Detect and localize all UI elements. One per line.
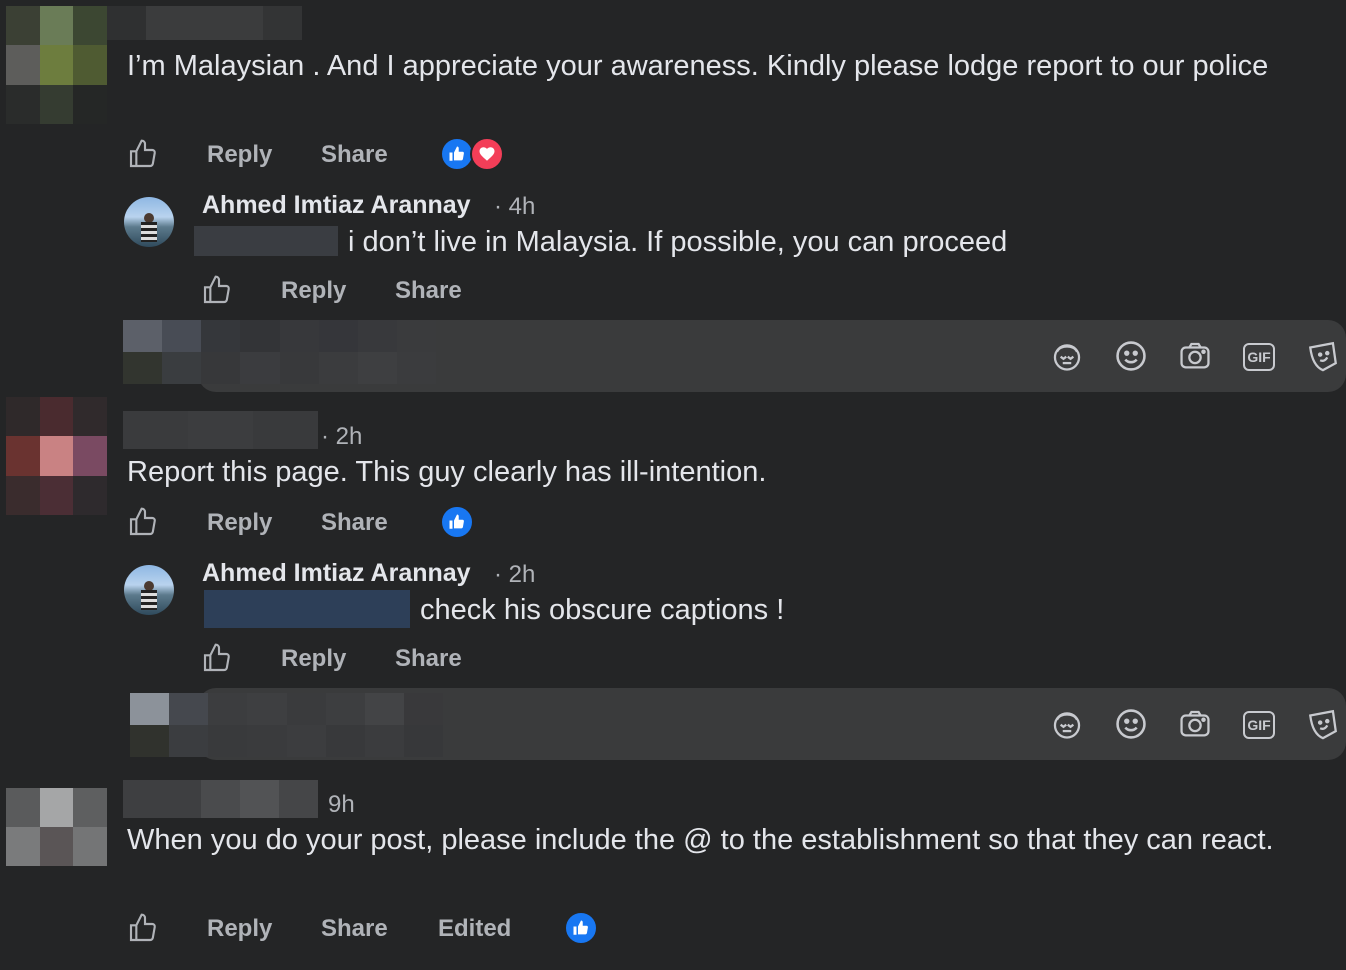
- author-name-redacted[interactable]: [123, 411, 318, 449]
- timestamp[interactable]: · 2h: [494, 561, 535, 589]
- emoji-icon[interactable]: [1114, 339, 1148, 373]
- like-icon[interactable]: [127, 912, 159, 944]
- mention-redacted[interactable]: [204, 590, 410, 628]
- share-button[interactable]: Share: [395, 277, 462, 305]
- timestamp[interactable]: · 2h: [321, 423, 362, 451]
- timestamp[interactable]: 9h: [328, 791, 355, 819]
- comment-text: When you do your post, please include th…: [127, 824, 1274, 856]
- camera-icon[interactable]: [1178, 707, 1212, 741]
- composer-avatar: [123, 320, 436, 384]
- reply-button[interactable]: Reply: [207, 915, 272, 943]
- like-icon[interactable]: [127, 138, 159, 170]
- comment-text: i don’t live in Malaysia. If possible, y…: [348, 226, 1008, 258]
- gif-icon[interactable]: GIF: [1242, 339, 1276, 373]
- avatar[interactable]: [6, 397, 107, 515]
- edited-label[interactable]: Edited: [438, 915, 511, 943]
- avatar[interactable]: [6, 6, 107, 124]
- like-icon[interactable]: [201, 642, 233, 674]
- camera-icon[interactable]: [1178, 339, 1212, 373]
- share-button[interactable]: Share: [395, 645, 462, 673]
- share-button[interactable]: Share: [321, 915, 388, 943]
- composer-avatar: [130, 693, 443, 757]
- like-reaction-icon[interactable]: [564, 911, 598, 945]
- author-name-redacted[interactable]: [123, 780, 318, 818]
- share-button[interactable]: Share: [321, 509, 388, 537]
- like-icon[interactable]: [201, 274, 233, 306]
- avatar-sticker-icon[interactable]: [1050, 707, 1084, 741]
- reply-button[interactable]: Reply: [207, 141, 272, 169]
- avatar[interactable]: [124, 565, 174, 615]
- emoji-icon[interactable]: [1114, 707, 1148, 741]
- sticker-icon[interactable]: [1306, 707, 1340, 741]
- gif-icon[interactable]: GIF: [1242, 707, 1276, 741]
- timestamp[interactable]: · 4h: [494, 193, 535, 221]
- like-reaction-icon: [440, 137, 474, 171]
- sticker-icon[interactable]: [1306, 339, 1340, 373]
- avatar-sticker-icon[interactable]: [1050, 339, 1084, 373]
- like-reaction-icon[interactable]: [440, 505, 474, 539]
- author-name[interactable]: Ahmed Imtiaz Arannay: [202, 191, 471, 220]
- mention-redacted[interactable]: [194, 226, 338, 256]
- love-reaction-icon: [470, 137, 504, 171]
- author-name[interactable]: Ahmed Imtiaz Arannay: [202, 559, 471, 588]
- share-button[interactable]: Share: [321, 141, 388, 169]
- comment-text: I’m Malaysian . And I appreciate your aw…: [127, 50, 1269, 82]
- reply-button[interactable]: Reply: [281, 645, 346, 673]
- avatar[interactable]: [124, 197, 174, 247]
- avatar[interactable]: [6, 788, 107, 866]
- reply-button[interactable]: Reply: [281, 277, 346, 305]
- comment-text: check his obscure captions !: [420, 594, 785, 626]
- reply-button[interactable]: Reply: [207, 509, 272, 537]
- like-icon[interactable]: [127, 506, 159, 538]
- comment-text: Report this page. This guy clearly has i…: [127, 456, 767, 488]
- author-name-redacted[interactable]: [107, 6, 302, 40]
